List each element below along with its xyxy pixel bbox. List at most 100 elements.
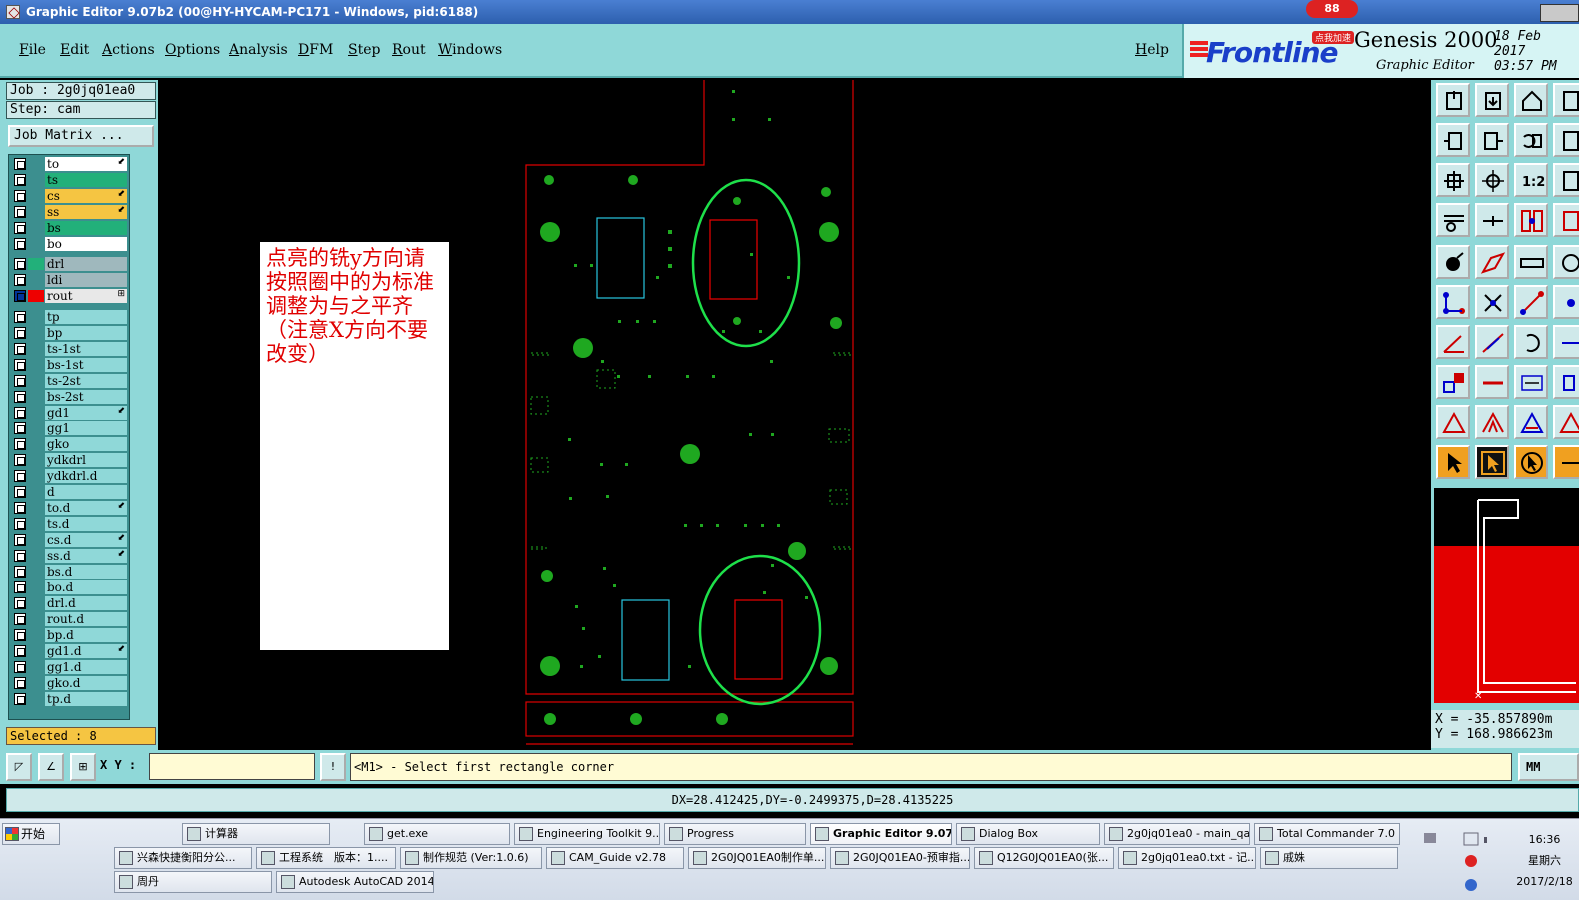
layer-name[interactable]: ts-1st	[45, 341, 127, 356]
menu-step[interactable]: Step	[348, 42, 380, 58]
connect-icon[interactable]	[1436, 285, 1470, 319]
layer-name[interactable]: bo	[45, 236, 127, 251]
layer-row[interactable]: ydkdrl	[11, 453, 127, 468]
key-icon[interactable]	[1553, 365, 1579, 399]
speed-badge[interactable]: 88	[1306, 0, 1358, 18]
layer-swatch[interactable]	[28, 597, 44, 610]
layer-checkbox[interactable]	[14, 173, 26, 186]
taskbar-item[interactable]: 2G0JQ01EA0-预审指...	[830, 847, 970, 869]
layer-row[interactable]: ldi	[11, 273, 127, 288]
layer-name[interactable]: cs.d	[45, 532, 127, 547]
layer-name[interactable]: tp.d	[45, 691, 127, 706]
layer-row[interactable]: bp	[11, 326, 127, 340]
layer-row[interactable]: gd1 ⬋	[11, 405, 127, 420]
layer-name[interactable]: rout	[45, 289, 127, 304]
taskbar-item[interactable]: Graphic Editor 9.07...	[810, 823, 952, 845]
layer-checkbox[interactable]	[14, 470, 26, 483]
layer-swatch[interactable]	[28, 390, 44, 403]
layer-swatch[interactable]	[28, 517, 44, 530]
select-circle-icon[interactable]	[1514, 445, 1548, 479]
triangle2-icon[interactable]	[1553, 405, 1579, 439]
layer-row[interactable]: tp.d	[11, 691, 127, 706]
layer-row[interactable]: tp	[11, 310, 127, 325]
layer-row[interactable]: cs ⬋	[11, 188, 127, 203]
layer-swatch[interactable]	[28, 486, 44, 498]
pan-left-icon[interactable]	[1436, 123, 1470, 157]
taskbar-item[interactable]: Q12G0JQ01EA0(张...	[974, 847, 1114, 869]
taskbar-item[interactable]: 2G0JQ01EA0制作单...	[688, 847, 826, 869]
menu-actions[interactable]: Actions	[102, 42, 155, 58]
taskbar-item[interactable]: Engineering Toolkit 9....	[514, 823, 660, 845]
taskbar-item[interactable]: 戚姝	[1260, 847, 1398, 869]
layer-swatch[interactable]	[28, 158, 44, 170]
shape-icon[interactable]	[1553, 245, 1579, 279]
layer-checkbox[interactable]	[14, 290, 26, 303]
layer-swatch[interactable]	[28, 533, 44, 546]
layer-name[interactable]: rout.d	[45, 612, 127, 627]
layer-checkbox[interactable]	[14, 342, 26, 355]
layer-swatch[interactable]	[28, 237, 44, 250]
layer-row[interactable]: bs	[11, 220, 127, 235]
layer-name[interactable]: bs-2st	[45, 389, 127, 404]
layer-row[interactable]: gd1.d ⬋	[11, 644, 127, 658]
layer-swatch[interactable]	[28, 327, 44, 339]
layer-row[interactable]: rout.d	[11, 612, 127, 627]
layer-name[interactable]: gko.d	[45, 675, 127, 690]
layer-row[interactable]: ts-1st	[11, 341, 127, 356]
layer-row[interactable]: gko	[11, 437, 127, 452]
layer-name[interactable]: cs	[45, 188, 127, 203]
layer-row[interactable]: gko.d	[11, 675, 127, 690]
layer-row[interactable]: bs-1st	[11, 357, 127, 372]
layer-checkbox[interactable]	[14, 597, 26, 610]
layer-name[interactable]: ts.d	[45, 516, 127, 531]
layer-row[interactable]: d	[11, 485, 127, 499]
layer-name[interactable]: ydkdrl.d	[45, 469, 127, 484]
layer-swatch[interactable]	[28, 676, 44, 689]
taskbar-item[interactable]: 工程系统 版本：1....	[256, 847, 396, 869]
layers-icon[interactable]	[1436, 203, 1470, 237]
layer-name[interactable]: drl	[45, 257, 127, 272]
layer-checkbox[interactable]	[14, 358, 26, 371]
overview-preview[interactable]: ✕	[1434, 488, 1579, 703]
layer-checkbox[interactable]	[14, 692, 26, 705]
layer-name[interactable]: tp	[45, 310, 127, 325]
snap-icon[interactable]	[1514, 203, 1548, 237]
snap2-icon[interactable]	[1553, 203, 1579, 237]
system-tray[interactable]	[1420, 825, 1510, 897]
layer-checkbox[interactable]	[14, 374, 26, 387]
rotate-icon[interactable]	[1514, 325, 1548, 359]
layer-swatch[interactable]	[28, 258, 44, 271]
layer-swatch[interactable]	[28, 581, 44, 594]
layer-swatch[interactable]	[28, 501, 44, 514]
menu-file[interactable]: File	[19, 42, 46, 58]
layer-checkbox[interactable]	[14, 565, 26, 578]
layer-swatch[interactable]	[28, 358, 44, 371]
dimension-icon[interactable]	[1514, 365, 1548, 399]
taskbar-item[interactable]: get.exe	[364, 823, 510, 845]
taskbar-item[interactable]: Dialog Box	[956, 823, 1100, 845]
layer-row[interactable]: gg1	[11, 421, 127, 436]
layer-checkbox[interactable]	[14, 660, 26, 673]
taskbar-item[interactable]: 兴森快捷衡阳分公...	[114, 847, 252, 869]
layer-row[interactable]: bs.d	[11, 564, 127, 579]
taskbar-item[interactable]: CAM_Guide v2.78	[546, 847, 684, 869]
record-icon[interactable]	[1436, 245, 1470, 279]
align-icon[interactable]	[1553, 325, 1579, 359]
center-icon[interactable]	[1475, 163, 1509, 197]
layer-row[interactable]: bp.d	[11, 628, 127, 643]
taskbar-item[interactable]: Progress	[664, 823, 806, 845]
zoom-back-icon[interactable]	[1475, 83, 1509, 117]
layer-swatch[interactable]	[28, 311, 44, 324]
layer-swatch[interactable]	[28, 422, 44, 435]
home-icon[interactable]	[1436, 83, 1470, 117]
layer-checkbox[interactable]	[14, 533, 26, 546]
start-button[interactable]: 开始	[2, 823, 60, 845]
triangle-fill-icon[interactable]	[1514, 405, 1548, 439]
layer-swatch[interactable]	[28, 189, 44, 202]
layer-row[interactable]: rout ⊞	[11, 289, 127, 304]
taskbar-item[interactable]: 周丹	[114, 871, 272, 893]
layer-checkbox[interactable]	[14, 311, 26, 324]
select-pointer-icon[interactable]	[1436, 445, 1470, 479]
menu-help[interactable]: Help	[1135, 42, 1169, 58]
taskbar-item[interactable]: 计算器	[182, 823, 330, 845]
